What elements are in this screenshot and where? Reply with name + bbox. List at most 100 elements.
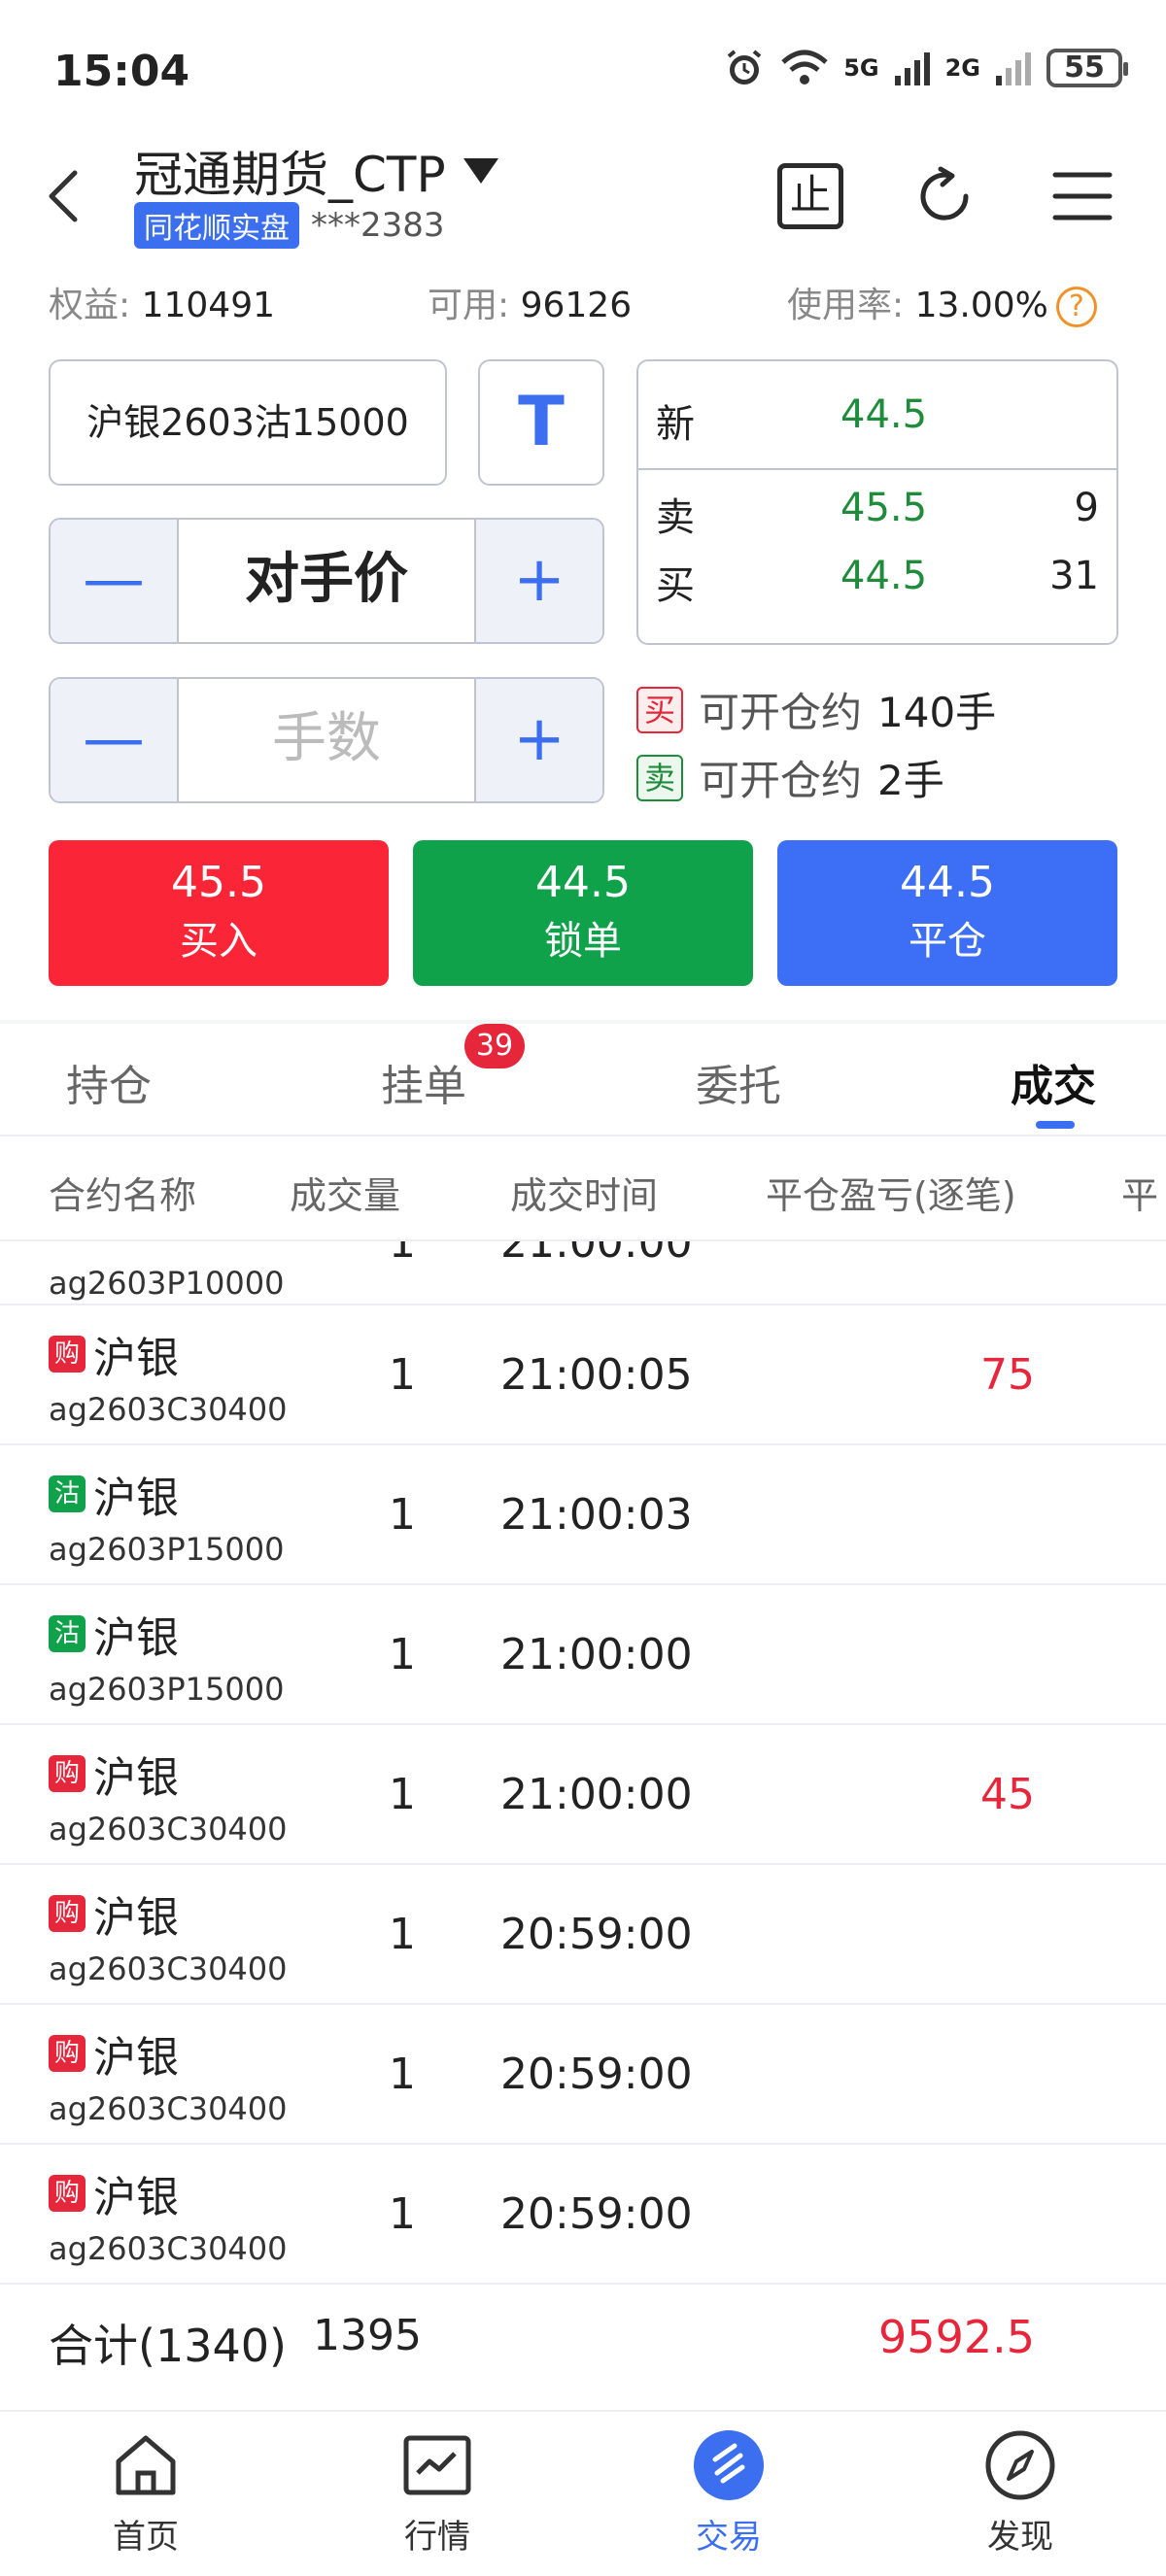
buy-badge: 买 [636, 686, 683, 733]
table-row[interactable]: 购沪银 ag2603C30400 1 20:59:00 [0, 2005, 1166, 2145]
active-tab-indicator [1036, 1121, 1075, 1129]
quantity-stepper: — 手数 + [49, 677, 604, 803]
tab-positions[interactable]: 持仓 [66, 1051, 152, 1113]
table-row[interactable]: 购沪银 ag2603C30400 1 20:59:00 [0, 2145, 1166, 2285]
tab-trades[interactable]: 成交 [1011, 1051, 1096, 1113]
quote-divider [638, 468, 1116, 470]
back-icon[interactable] [44, 167, 83, 225]
price-minus-button[interactable]: — [51, 520, 177, 642]
tab-pending[interactable]: 挂单 [381, 1051, 466, 1113]
contract-name-cell: 购沪银 [49, 2022, 179, 2085]
home-icon [116, 2435, 176, 2495]
t-button[interactable]: T [478, 359, 604, 486]
ask-label: 卖 [656, 495, 695, 540]
contract-name: 沪银 [93, 2033, 179, 2083]
trade-qty: 1 [389, 1630, 416, 1679]
call-badge: 购 [49, 1895, 86, 1932]
price-plus-button[interactable]: + [476, 520, 602, 642]
table-row[interactable]: 沽沪银 ag2603P15000 1 21:00:03 [0, 1445, 1166, 1585]
nav-market[interactable]: 行情 [340, 2428, 534, 2558]
contract-code: ag2603C30400 [49, 1950, 288, 1987]
col-contract[interactable]: 合约名称 [49, 1166, 196, 1219]
col-close-pl[interactable]: 平仓盈亏(逐笔) [766, 1166, 1016, 1219]
quote-panel: 新 44.5 卖 45.5 9 买 44.5 31 [636, 359, 1118, 645]
contract-name-cell: 购沪银 [49, 2162, 179, 2224]
broker-title: 冠通期货_CTP [134, 147, 446, 203]
last-label: 新 [656, 402, 695, 447]
lock-button[interactable]: 44.5 锁单 [413, 840, 753, 986]
last-price: 44.5 [840, 392, 928, 437]
trade-time: 21:00:00 [500, 1770, 693, 1819]
trade-qty: 1 [389, 1770, 416, 1819]
col-close-pl-2[interactable]: 平 [1121, 1166, 1158, 1219]
network-2g-label: 2G [944, 54, 980, 82]
table-row[interactable]: 购沪银 ag2603C30400 1 20:59:00 [0, 1865, 1166, 2005]
tab-orders[interactable]: 委托 [696, 1051, 781, 1113]
trade-time: 21:00:00 [500, 1241, 693, 1268]
contract-code: ag2603P10000 [49, 1265, 285, 1302]
contract-name: 沪银 [93, 1613, 179, 1663]
nav-discover-label: 发现 [987, 2518, 1053, 2557]
equity-summary: 权益: 110491 [49, 277, 275, 327]
nav-trade[interactable]: 交易 [632, 2428, 826, 2558]
lock-button-label: 锁单 [544, 919, 622, 964]
account-summary: 权益: 110491 可用: 96126 使用率: 13.00%? [0, 277, 1166, 335]
trade-time: 20:59:00 [500, 1910, 693, 1959]
status-icons: 5G 2G 55 [723, 47, 1128, 89]
quantity-plus-button[interactable]: + [476, 679, 602, 801]
usage-summary: 使用率: 13.00%? [787, 277, 1097, 327]
trade-qty: 1 [389, 2050, 416, 2099]
table-row[interactable]: 1 21:00:00 ag2603P10000 [0, 1241, 1166, 1305]
contract-name-cell: 购沪银 [49, 1323, 179, 1385]
bid-volume: 31 [1049, 554, 1099, 598]
contract-input[interactable]: 沪银2603沽15000 [49, 359, 447, 486]
price-mode-field[interactable]: 对手价 [177, 520, 476, 642]
trades-list[interactable]: 1 21:00:00 ag2603P10000 购沪银 ag2603C30400… [0, 1241, 1166, 2286]
buy-button-label: 买入 [180, 919, 257, 964]
sell-open-value: 2手 [877, 757, 944, 804]
contract-name: 沪银 [93, 2173, 179, 2222]
table-header: 合约名称 成交量 成交时间 平仓盈亏(逐笔) 平 [0, 1136, 1166, 1241]
price-stepper: — 对手价 + [49, 518, 604, 644]
account-selector[interactable]: 冠通期货_CTP [134, 136, 500, 206]
buy-button[interactable]: 45.5 买入 [49, 840, 389, 986]
table-row[interactable]: 购沪银 ag2603C30400 1 21:00:05 75 [0, 1305, 1166, 1445]
trade-qty: 1 [389, 1910, 416, 1959]
contract-code: ag2603C30400 [49, 1391, 288, 1428]
bid-price: 44.5 [840, 554, 928, 598]
menu-icon[interactable] [1049, 163, 1115, 229]
quantity-input[interactable]: 手数 [177, 679, 476, 801]
trade-time: 21:00:03 [500, 1490, 693, 1540]
trade-time: 20:59:00 [500, 2050, 693, 2099]
col-volume[interactable]: 成交量 [290, 1166, 400, 1219]
buy-open-info: 买 可开仓约 140手 [636, 680, 996, 739]
bid-label: 买 [656, 563, 695, 608]
sell-badge: 卖 [636, 754, 683, 801]
trade-time: 21:00:00 [500, 1630, 693, 1679]
close-position-button[interactable]: 44.5 平仓 [777, 840, 1117, 986]
quantity-minus-button[interactable]: — [51, 679, 177, 801]
table-row[interactable]: 沽沪银 ag2603P15000 1 21:00:00 [0, 1585, 1166, 1725]
dropdown-caret-icon [463, 158, 498, 184]
contract-code: ag2603C30400 [49, 1811, 288, 1847]
trade-qty: 1 [389, 1241, 416, 1268]
contract-code: ag2603P15000 [49, 1531, 285, 1568]
stop-order-button[interactable]: 止 [777, 163, 843, 229]
help-icon[interactable]: ? [1055, 287, 1097, 327]
contract-name-cell: 购沪银 [49, 1882, 179, 1945]
put-badge: 沽 [49, 1615, 86, 1652]
col-time[interactable]: 成交时间 [510, 1166, 658, 1219]
nav-discover[interactable]: 发现 [923, 2428, 1117, 2558]
contract-name: 沪银 [93, 1753, 179, 1803]
equity-value: 110491 [141, 286, 276, 325]
battery-indicator: 55 [1046, 49, 1128, 87]
status-bar: 15:04 5G 2G 55 [0, 0, 1166, 126]
nav-home[interactable]: 首页 [49, 2428, 243, 2558]
refresh-icon[interactable] [911, 163, 977, 229]
table-row[interactable]: 购沪银 ag2603C30400 1 21:00:00 45 [0, 1725, 1166, 1865]
trade-time: 20:59:00 [500, 2189, 693, 2239]
total-pl: 9592.5 [878, 2311, 1035, 2363]
alarm-icon [727, 50, 762, 85]
contract-name-cell: 沽沪银 [49, 1603, 179, 1665]
signal-icon-2 [996, 52, 1031, 85]
